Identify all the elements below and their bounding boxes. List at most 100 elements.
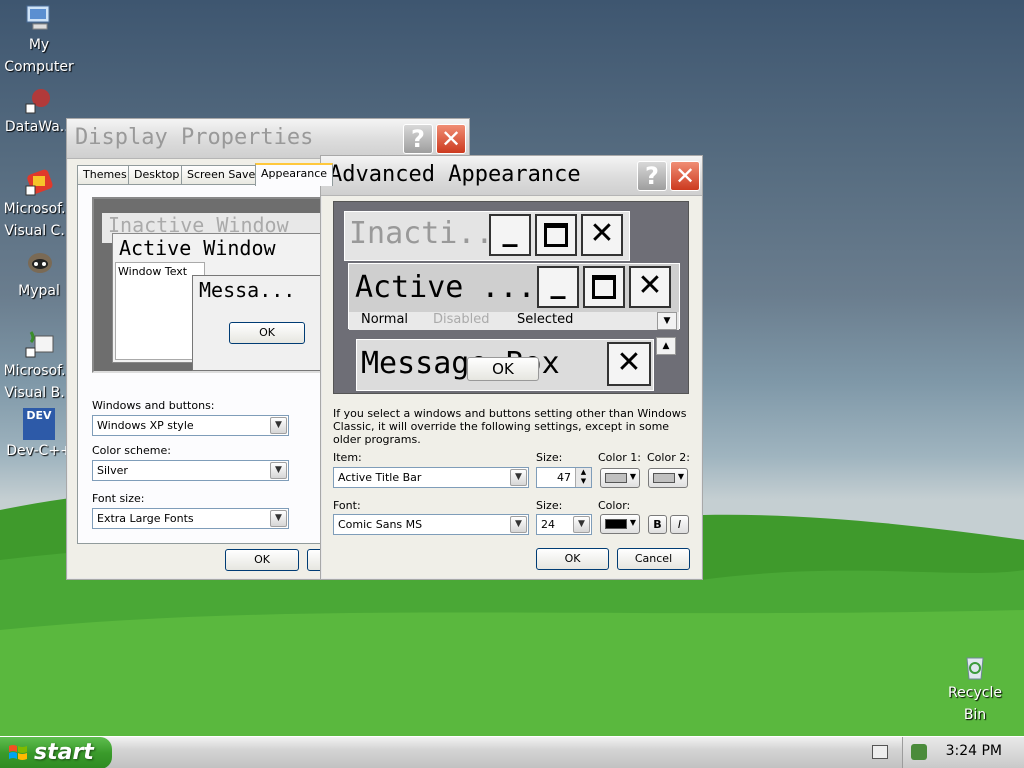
start-button[interactable]: start — [0, 737, 112, 768]
clock[interactable]: 3:24 PM — [946, 743, 1002, 759]
preview-ok-button: OK — [467, 357, 539, 381]
up-down-arrows-icon[interactable]: ▲ ▼ — [575, 468, 591, 487]
appearance-preview: Inactive Window Active Window Window Tex… — [92, 197, 352, 373]
tab-desktop[interactable]: Desktop — [128, 165, 186, 185]
item-size-spinner[interactable]: 47 ▲ ▼ — [536, 467, 592, 488]
minimize-icon: _ — [537, 266, 579, 308]
icon-label: Computer — [4, 59, 74, 75]
font-color-label: Color: — [598, 499, 631, 512]
preview-window-text: Window Text — [118, 265, 188, 278]
help-button[interactable]: ? — [637, 161, 667, 191]
font-size-select[interactable]: Extra Large Fonts ▼ — [92, 508, 289, 529]
start-label: start — [34, 740, 94, 765]
ok-button[interactable]: OK — [536, 548, 609, 570]
font-size-select[interactable]: 24 ▼ — [536, 514, 592, 535]
windows-and-buttons-select[interactable]: Windows XP style ▼ — [92, 415, 289, 436]
close-button[interactable]: ✕ — [436, 124, 466, 154]
color1-button[interactable]: ▼ — [600, 468, 640, 488]
dialog-title: Advanced Appearance — [329, 162, 581, 187]
tab-themes[interactable]: Themes — [77, 165, 133, 185]
select-value: 24 — [541, 518, 555, 531]
chevron-down-icon[interactable]: ▼ — [510, 469, 527, 486]
mypal-shortcut-icon — [28, 253, 52, 273]
color1-label: Color 1: — [598, 451, 641, 464]
font-label: Font: — [333, 499, 361, 512]
override-note: If you select a windows and buttons sett… — [333, 407, 687, 446]
preview-active-window[interactable]: Active ... _ ✕ Normal Disabled Selected … — [348, 263, 680, 330]
chevron-down-icon: ▼ — [629, 518, 636, 527]
chevron-down-icon[interactable]: ▼ — [573, 516, 590, 533]
windows-and-buttons-label: Windows and buttons: — [92, 399, 215, 412]
spinner-value: 47 — [557, 471, 571, 484]
minimize-icon: _ — [489, 214, 531, 256]
ok-button[interactable]: OK — [225, 549, 299, 571]
window-title: Display Properties — [75, 125, 314, 150]
select-value: Silver — [97, 464, 128, 477]
chevron-down-icon[interactable]: ▼ — [270, 462, 287, 479]
help-button[interactable]: ? — [403, 124, 433, 154]
preview-active-title: Active Window — [119, 236, 276, 260]
datawa-shortcut-icon — [25, 89, 50, 114]
advanced-appearance-dialog: Advanced Appearance ? ✕ Inacti... _ ✕ Ac… — [320, 155, 703, 580]
cancel-button[interactable]: Cancel — [617, 548, 690, 570]
preview-ok-button: OK — [229, 322, 305, 344]
close-icon: ✕ — [629, 266, 671, 308]
dev-cpp-shortcut-icon: DEV — [23, 408, 55, 440]
chevron-down-icon[interactable]: ▼ — [510, 516, 527, 533]
desktop-icon-recycle-bin[interactable]: Recycle Bin — [936, 650, 1014, 726]
font-size-label: Size: — [536, 499, 563, 512]
scroll-down-arrow: ▼ — [657, 312, 677, 330]
color2-swatch — [653, 473, 675, 483]
keyboard-icon[interactable] — [872, 745, 888, 759]
visual-basic-shortcut-icon — [25, 331, 54, 358]
display-properties-titlebar[interactable]: Display Properties ? ✕ — [67, 119, 469, 159]
my-computer-icon — [26, 5, 50, 30]
item-label: Item: — [333, 451, 362, 464]
preview-menu-disabled: Disabled — [433, 312, 490, 327]
preview-message-box[interactable]: Message Box ✕ OK — [356, 339, 654, 391]
icon-label: Recycle — [948, 685, 1002, 701]
item-preview[interactable]: Inacti... _ ✕ Active ... _ ✕ Normal Disa… — [333, 201, 689, 394]
maximize-icon — [583, 266, 625, 308]
color2-button[interactable]: ▼ — [648, 468, 688, 488]
chevron-down-icon: ▼ — [629, 472, 636, 481]
scroll-up-arrow: ▲ — [656, 337, 676, 355]
color2-label: Color 2: — [647, 451, 690, 464]
color-scheme-select[interactable]: Silver ▼ — [92, 460, 289, 481]
icon-label: My — [28, 37, 50, 53]
color-scheme-label: Color scheme: — [92, 444, 171, 457]
visual-c-shortcut-icon — [25, 169, 53, 196]
color1-swatch — [605, 473, 627, 483]
desktop-icon-my-computer[interactable]: My Computer — [0, 2, 78, 78]
font-color-button[interactable]: ▼ — [600, 514, 640, 534]
preview-active-title: Active ... — [355, 270, 536, 305]
dev-icon-text: DEV — [26, 409, 52, 422]
item-select[interactable]: Active Title Bar ▼ — [333, 467, 529, 488]
close-button[interactable]: ✕ — [670, 161, 700, 191]
tab-appearance[interactable]: Appearance — [255, 163, 334, 186]
tab-screen-saver[interactable]: Screen Saver — [181, 165, 266, 185]
advanced-appearance-titlebar[interactable]: Advanced Appearance ? ✕ — [321, 156, 702, 196]
font-select[interactable]: Comic Sans MS ▼ — [333, 514, 529, 535]
taskbar: start 3:24 PM — [0, 736, 1024, 768]
chevron-down-icon[interactable]: ▼ — [270, 510, 287, 527]
preview-menu-normal: Normal — [361, 312, 409, 327]
select-value: Active Title Bar — [338, 471, 422, 484]
preview-message-title: Messa... — [199, 278, 296, 302]
network-icon[interactable] — [911, 744, 927, 760]
maximize-icon — [535, 214, 577, 256]
select-value: Extra Large Fonts — [97, 512, 194, 525]
font-size-label: Font size: — [92, 492, 145, 505]
bold-toggle[interactable]: B — [648, 515, 667, 534]
chevron-down-icon: ▼ — [677, 472, 684, 481]
select-value: Comic Sans MS — [338, 518, 423, 531]
chevron-down-icon[interactable]: ▼ — [270, 417, 287, 434]
item-size-label: Size: — [536, 451, 563, 464]
preview-menu-selected: Selected — [517, 312, 574, 327]
preview-inactive-title: Inacti... — [349, 216, 512, 251]
italic-toggle[interactable]: I — [670, 515, 689, 534]
preview-inactive-window[interactable]: Inacti... _ ✕ — [344, 211, 630, 261]
recycle-bin-icon — [966, 657, 984, 680]
close-icon: ✕ — [581, 214, 623, 256]
system-tray: 3:24 PM — [902, 737, 1024, 768]
